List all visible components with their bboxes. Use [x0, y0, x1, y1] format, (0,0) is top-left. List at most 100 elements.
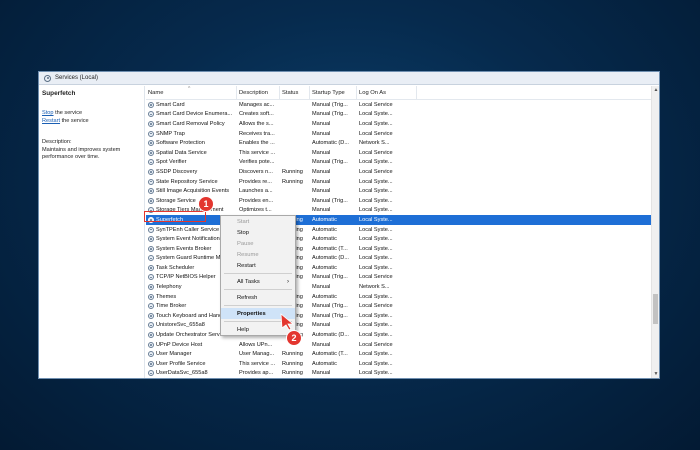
- service-name: Software Protection: [156, 140, 205, 147]
- service-gear-icon: [148, 360, 154, 367]
- service-name-cell: UPnP Device Host: [146, 341, 237, 348]
- service-gear-icon: [148, 274, 154, 281]
- startup-type-cell: Automatic (D...: [312, 140, 349, 147]
- status-cell: Running: [282, 168, 303, 175]
- log-on-as-cell: Local Syste...: [359, 264, 393, 271]
- menu-item-all-tasks[interactable]: All Tasks ›: [221, 276, 295, 287]
- status-cell: Running: [282, 351, 303, 358]
- column-header-row: ^ Name Description Status Startup Type L…: [146, 86, 651, 100]
- menu-item-pause[interactable]: Pause: [221, 238, 295, 249]
- menu-item-restart[interactable]: Restart: [221, 260, 295, 271]
- log-on-as-cell: Local Syste...: [359, 207, 393, 214]
- log-on-as-cell: Network S...: [359, 284, 390, 291]
- restart-service-link[interactable]: Restart: [42, 118, 60, 124]
- vertical-scrollbar[interactable]: ▲ ▼: [651, 86, 659, 378]
- log-on-as-cell: Local Syste...: [359, 216, 393, 223]
- startup-type-cell: Automatic: [312, 360, 337, 367]
- menu-item-stop[interactable]: Stop: [221, 227, 295, 238]
- column-header-description[interactable]: Description: [237, 86, 280, 99]
- title-bar: Services (Local): [39, 72, 659, 85]
- table-row[interactable]: UPnP Device Host Allows UPn... Manual Local…: [146, 340, 651, 350]
- service-name: Spot Verifier: [156, 159, 187, 166]
- log-on-as-cell: Local Service: [359, 130, 393, 137]
- service-name: Spatial Data Service: [156, 149, 207, 156]
- column-header-status[interactable]: Status: [280, 86, 310, 99]
- table-row[interactable]: SNMP Trap Receives tra... Manual Local Serv…: [146, 129, 651, 139]
- table-row[interactable]: UserDataSvc_655a8 Provides ap... Running Ma…: [146, 369, 651, 378]
- service-name: State Repository Service: [156, 178, 218, 185]
- table-row[interactable]: SSDP Discovery Discovers n... Running Manua…: [146, 167, 651, 177]
- table-row[interactable]: Storage Tiers Management Optimizes t... Ma…: [146, 206, 651, 216]
- service-name: TCP/IP NetBIOS Helper: [156, 274, 216, 281]
- status-cell: Running: [282, 370, 303, 377]
- stop-suffix: the service: [53, 110, 83, 116]
- startup-type-cell: Manual: [312, 168, 331, 175]
- log-on-as-cell: Local Syste...: [359, 322, 393, 329]
- table-row[interactable]: Spatial Data Service This service ... Manu…: [146, 148, 651, 158]
- stop-service-link[interactable]: Stop: [42, 110, 54, 116]
- service-gear-icon: [148, 188, 154, 195]
- menu-item-refresh[interactable]: Refresh: [221, 292, 295, 303]
- service-name-cell: Smart Card Removal Policy: [146, 120, 237, 127]
- startup-type-cell: Manual: [312, 370, 331, 377]
- startup-type-cell: Manual (Trig...: [312, 274, 348, 281]
- startup-type-cell: Manual (Trig...: [312, 111, 348, 118]
- log-on-as-cell: Local Syste...: [359, 293, 393, 300]
- description-cell: Provides ap...: [239, 370, 274, 377]
- service-name: Update Orchestrator Service: [156, 332, 227, 339]
- startup-type-cell: Automatic: [312, 264, 337, 271]
- service-gear-icon: [148, 303, 154, 310]
- startup-type-cell: Manual: [312, 341, 331, 348]
- startup-type-cell: Automatic (D...: [312, 332, 349, 339]
- service-name: Task Scheduler: [156, 264, 195, 271]
- menu-item-resume[interactable]: Resume: [221, 249, 295, 260]
- column-header-name[interactable]: Name: [146, 86, 237, 99]
- startup-type-cell: Manual: [312, 284, 331, 291]
- startup-type-cell: Manual: [312, 322, 331, 329]
- table-row[interactable]: Storage Service Provides en... Manual (Tri…: [146, 196, 651, 206]
- service-gear-icon: [148, 140, 154, 147]
- log-on-as-cell: Local Syste...: [359, 360, 393, 367]
- table-row[interactable]: State Repository Service Provides re... Ru…: [146, 177, 651, 187]
- menu-item-start[interactable]: Start: [221, 216, 295, 227]
- startup-type-cell: Manual (Trig...: [312, 303, 348, 310]
- table-row[interactable]: Smart Card Manages ac... Manual (Trig... Lo…: [146, 100, 651, 110]
- log-on-as-cell: Local Syste...: [359, 370, 393, 377]
- table-row[interactable]: Smart Card Device Enumera... Creates soft…: [146, 110, 651, 120]
- description-cell: Provides en...: [239, 197, 274, 204]
- log-on-as-cell: Local Syste...: [359, 332, 393, 339]
- all-tasks-label: All Tasks: [237, 278, 260, 285]
- startup-type-cell: Manual: [312, 149, 331, 156]
- service-name: Smart Card Removal Policy: [156, 120, 225, 127]
- service-gear-icon: [148, 351, 154, 358]
- service-gear-icon: [148, 255, 154, 262]
- status-cell: Running: [282, 360, 303, 367]
- column-header-startup-type[interactable]: Startup Type: [310, 86, 357, 99]
- service-gear-icon: [148, 341, 154, 348]
- table-row[interactable]: Still Image Acquisition Events Launches a…: [146, 186, 651, 196]
- table-row[interactable]: Smart Card Removal Policy Allows the s...…: [146, 119, 651, 129]
- startup-type-cell: Automatic (D...: [312, 255, 349, 262]
- service-gear-icon: [148, 370, 154, 377]
- log-on-as-cell: Local Syste...: [359, 255, 393, 262]
- scroll-up-icon[interactable]: ▲: [652, 86, 660, 94]
- table-row[interactable]: User Manager User Manag... Running Automati…: [146, 349, 651, 359]
- service-name-cell: SNMP Trap: [146, 130, 237, 137]
- status-cell: Running: [282, 178, 303, 185]
- table-row[interactable]: Software Protection Enables the ... Automa…: [146, 138, 651, 148]
- step-badge-2: 2: [286, 330, 302, 346]
- service-gear-icon: [148, 293, 154, 300]
- table-row[interactable]: User Profile Service This service ... Runn…: [146, 359, 651, 369]
- table-row[interactable]: Spot Verifier Verifies pote... Manual (Tri…: [146, 158, 651, 168]
- window-title: Services (Local): [55, 75, 99, 81]
- startup-type-cell: Manual: [312, 130, 331, 137]
- scroll-down-icon[interactable]: ▼: [652, 370, 660, 378]
- service-gear-icon: [148, 197, 154, 204]
- service-name-cell: Smart Card: [146, 101, 237, 108]
- column-header-log-on-as[interactable]: Log On As: [357, 86, 417, 99]
- scroll-thumb[interactable]: [653, 294, 658, 324]
- service-name: SNMP Trap: [156, 130, 185, 137]
- log-on-as-cell: Local Syste...: [359, 178, 393, 185]
- description-cell: Verifies pote...: [239, 159, 275, 166]
- service-name: UserDataSvc_655a8: [156, 370, 208, 377]
